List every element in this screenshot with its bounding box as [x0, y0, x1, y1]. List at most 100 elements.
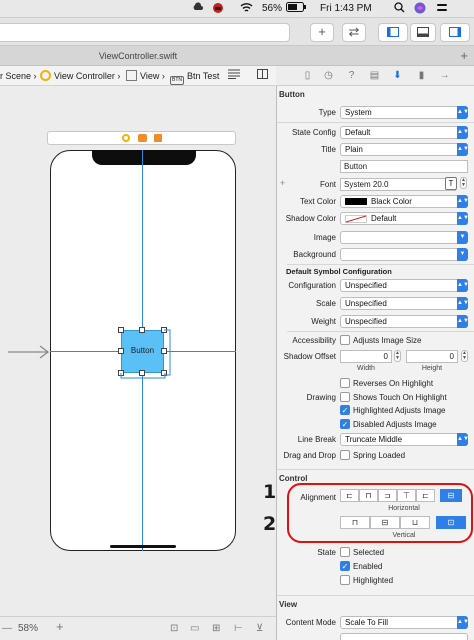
editor-options-icon[interactable]: [228, 66, 240, 85]
align-icon[interactable]: ⊞: [212, 621, 220, 637]
chevron-updown-icon: ▲▼: [457, 126, 469, 139]
type-popup[interactable]: System ▲▼: [340, 106, 469, 119]
code-review-button[interactable]: ⇄: [342, 23, 366, 42]
section-button-title: Button: [279, 90, 305, 99]
navigator-toggle-button[interactable]: [378, 23, 408, 42]
crumb-button[interactable]: BTN Btn Test: [170, 66, 219, 85]
chevron-down-icon: ▼: [457, 248, 468, 261]
view-controller-icon: [40, 70, 51, 81]
disabled-adjusts-checkbox[interactable]: ✓: [340, 419, 350, 429]
title-text-field[interactable]: Button: [340, 160, 468, 173]
zoom-out-icon[interactable]: —: [2, 621, 12, 637]
device-notch: [92, 150, 196, 165]
chevron-updown-icon: ▲▼: [457, 433, 469, 446]
shows-touch-checkbox[interactable]: [340, 392, 350, 402]
enabled-checkbox[interactable]: ✓: [340, 561, 350, 571]
line-break-popup[interactable]: Truncate Middle ▲▼: [340, 433, 469, 446]
size-inspector-icon[interactable]: ▮: [416, 70, 427, 81]
add-editor-icon[interactable]: [257, 66, 268, 85]
chevron-updown-icon: ▲▼: [457, 106, 469, 119]
resize-handle[interactable]: [118, 327, 124, 333]
connections-inspector-icon[interactable]: →: [439, 70, 450, 81]
search-icon[interactable]: [394, 2, 405, 15]
divider: [287, 264, 474, 265]
shadow-height-stepper[interactable]: ▲ ▼: [461, 350, 468, 362]
resize-handle[interactable]: [139, 327, 145, 333]
annotation-highlight-ring: [287, 483, 473, 543]
highlighted-checkbox[interactable]: [340, 575, 350, 585]
text-color-popup[interactable]: Black Color ▲▼: [340, 195, 469, 208]
bug-icon[interactable]: [212, 2, 224, 15]
shadow-color-popup[interactable]: Default ▲▼: [340, 212, 469, 225]
debug-area-toggle-button[interactable]: [410, 23, 436, 42]
crumb-view[interactable]: View ›: [126, 66, 165, 85]
update-frames-icon[interactable]: ⊡: [170, 621, 178, 637]
crumb-view-controller[interactable]: View Controller ›: [40, 66, 120, 85]
file-inspector-icon[interactable]: ▯: [302, 70, 313, 81]
width-caption: Width: [357, 365, 375, 372]
pin-icon[interactable]: ⊢: [234, 621, 243, 637]
inspector-tab-bar: ▯ ◷ ? ▤ ⬇ ▮ →: [276, 66, 474, 86]
zoom-in-icon[interactable]: +: [56, 619, 64, 635]
siri-icon[interactable]: [414, 2, 426, 15]
chevron-down-icon: ▼: [457, 231, 468, 244]
configuration-popup[interactable]: Unspecified ▲▼: [340, 279, 469, 292]
font-field[interactable]: System 20.0: [340, 178, 456, 191]
shadow-offset-width-field[interactable]: 0: [340, 350, 392, 363]
resize-handle[interactable]: [118, 348, 124, 354]
background-combo[interactable]: ▼: [340, 248, 468, 261]
crumb-scene[interactable]: r Scene ›: [0, 66, 37, 85]
type-label: Type: [318, 108, 336, 117]
highlighted-label: Highlighted: [353, 576, 394, 585]
resolve-issues-icon[interactable]: ⊻: [256, 621, 263, 637]
new-tab-button[interactable]: +: [460, 46, 468, 66]
highlighted-adjusts-label: Highlighted Adjusts Image: [353, 406, 446, 415]
weight-popup[interactable]: Unspecified ▲▼: [340, 315, 469, 328]
font-picker-icon[interactable]: T: [445, 177, 457, 190]
editor-tab[interactable]: ViewController.swift: [0, 46, 276, 66]
scale-popup[interactable]: Unspecified ▲▼: [340, 297, 469, 310]
zoom-level[interactable]: 58%: [18, 621, 38, 637]
chevron-updown-icon: ▲▼: [457, 279, 469, 292]
attributes-inspector-icon[interactable]: ⬇: [392, 70, 403, 81]
embed-in-icon[interactable]: ▭: [190, 621, 199, 637]
creative-cloud-icon[interactable]: [192, 2, 204, 15]
shadow-offset-height-field[interactable]: 0: [406, 350, 458, 363]
adjusts-image-size-checkbox[interactable]: [340, 335, 350, 345]
symbol-config-title: Default Symbol Configuration: [286, 267, 392, 276]
adjusts-image-size-label: Adjusts Image Size: [353, 336, 422, 345]
reverses-highlight-checkbox[interactable]: [340, 378, 350, 388]
font-size-stepper[interactable]: ▲ ▼: [460, 177, 467, 189]
semantic-popup-partial[interactable]: [340, 633, 468, 640]
chevron-updown-icon: ▲▼: [457, 297, 469, 310]
spring-loaded-checkbox[interactable]: [340, 450, 350, 460]
title-style-popup[interactable]: Plain ▲▼: [340, 143, 469, 156]
library-button[interactable]: +: [310, 23, 334, 42]
wifi-icon[interactable]: [240, 2, 253, 15]
content-mode-popup[interactable]: Scale To Fill ▲▼: [340, 616, 469, 629]
entry-point-arrow[interactable]: [8, 343, 50, 361]
history-inspector-icon[interactable]: ◷: [323, 70, 334, 81]
control-center-icon[interactable]: [436, 2, 448, 15]
state-config-popup[interactable]: Default ▲▼: [340, 126, 469, 139]
battery-icon[interactable]: [286, 2, 306, 15]
button-title: Button: [130, 346, 155, 355]
identity-inspector-icon[interactable]: ▤: [369, 70, 380, 81]
first-responder-icon[interactable]: [138, 134, 147, 142]
image-combo[interactable]: ▼: [340, 231, 468, 244]
chevron-updown-icon: ▲▼: [457, 143, 469, 156]
color-swatch: [345, 198, 367, 205]
inspector-toggle-button[interactable]: [440, 23, 470, 42]
size-constraint-bracket: [164, 329, 171, 376]
scene-dock[interactable]: [47, 131, 236, 145]
menubar-clock[interactable]: Fri 1:43 PM: [320, 2, 372, 15]
selected-checkbox[interactable]: [340, 547, 350, 557]
highlighted-adjusts-checkbox[interactable]: ✓: [340, 405, 350, 415]
canvas-bottom-bar: — 58% + ⊡ ▭ ⊞ ⊢ ⊻: [0, 616, 276, 640]
view-controller-icon[interactable]: [122, 134, 130, 142]
shadow-width-stepper[interactable]: ▲ ▼: [394, 350, 401, 362]
content-mode-label: Content Mode: [285, 618, 336, 627]
divider: [277, 595, 474, 596]
exit-icon[interactable]: [154, 134, 162, 142]
help-inspector-icon[interactable]: ?: [346, 70, 357, 81]
